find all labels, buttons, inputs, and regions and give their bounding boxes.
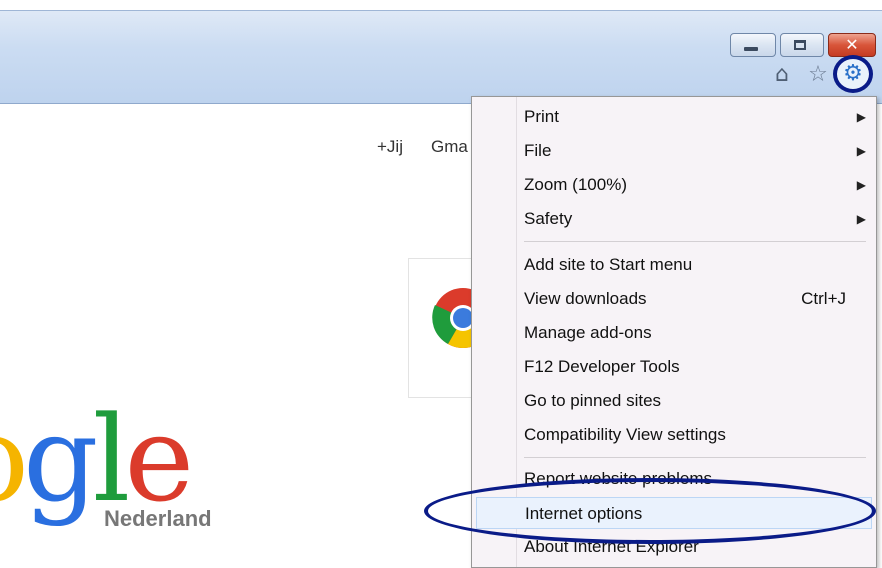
menu-item-developer-tools[interactable]: F12 Developer Tools bbox=[524, 351, 864, 383]
browser-window: ✕ ⌂ ☆ ⚙ +Jij Gma ogle Nederland Print ▶ … bbox=[0, 0, 882, 568]
shortcut-label: Ctrl+J bbox=[801, 289, 846, 308]
minimize-button[interactable] bbox=[730, 33, 776, 57]
logo-letter-o: o bbox=[0, 398, 29, 528]
submenu-arrow-icon: ▶ bbox=[856, 212, 866, 226]
maximize-icon bbox=[794, 40, 806, 50]
google-logo: ogle Nederland bbox=[0, 398, 220, 568]
submenu-arrow-icon: ▶ bbox=[856, 144, 866, 158]
star-icon[interactable]: ☆ bbox=[805, 62, 831, 88]
menu-item-manage-addons[interactable]: Manage add-ons bbox=[524, 317, 864, 349]
menu-item-add-site[interactable]: Add site to Start menu bbox=[524, 249, 864, 281]
menu-separator bbox=[524, 457, 866, 458]
menu-item-pinned-sites[interactable]: Go to pinned sites bbox=[524, 385, 864, 417]
home-icon[interactable]: ⌂ bbox=[769, 62, 795, 88]
menu-item-zoom[interactable]: Zoom (100%) ▶ bbox=[524, 169, 866, 201]
annotation-ellipse bbox=[424, 478, 876, 544]
menu-item-file[interactable]: File ▶ bbox=[524, 135, 866, 167]
menu-item-print[interactable]: Print ▶ bbox=[524, 101, 866, 133]
menu-item-safety[interactable]: Safety ▶ bbox=[524, 203, 866, 235]
link-plus-you[interactable]: +Jij bbox=[377, 137, 403, 157]
link-gmail[interactable]: Gma bbox=[431, 137, 468, 157]
submenu-arrow-icon: ▶ bbox=[856, 178, 866, 192]
minimize-icon bbox=[744, 47, 758, 51]
close-button[interactable]: ✕ bbox=[828, 33, 876, 57]
logo-letter-g: g bbox=[23, 398, 99, 528]
submenu-arrow-icon: ▶ bbox=[856, 110, 866, 124]
menu-separator bbox=[524, 241, 866, 242]
title-bar: ✕ bbox=[0, 10, 882, 104]
close-icon: ✕ bbox=[845, 35, 859, 54]
tools-button[interactable]: ⚙ bbox=[833, 55, 877, 95]
menu-item-compatibility[interactable]: Compatibility View settings bbox=[524, 419, 864, 451]
logo-country: Nederland bbox=[104, 506, 212, 531]
gear-icon: ⚙ bbox=[843, 61, 863, 86]
menu-item-view-downloads[interactable]: View downloads Ctrl+J bbox=[524, 283, 864, 315]
maximize-button[interactable] bbox=[780, 33, 824, 57]
